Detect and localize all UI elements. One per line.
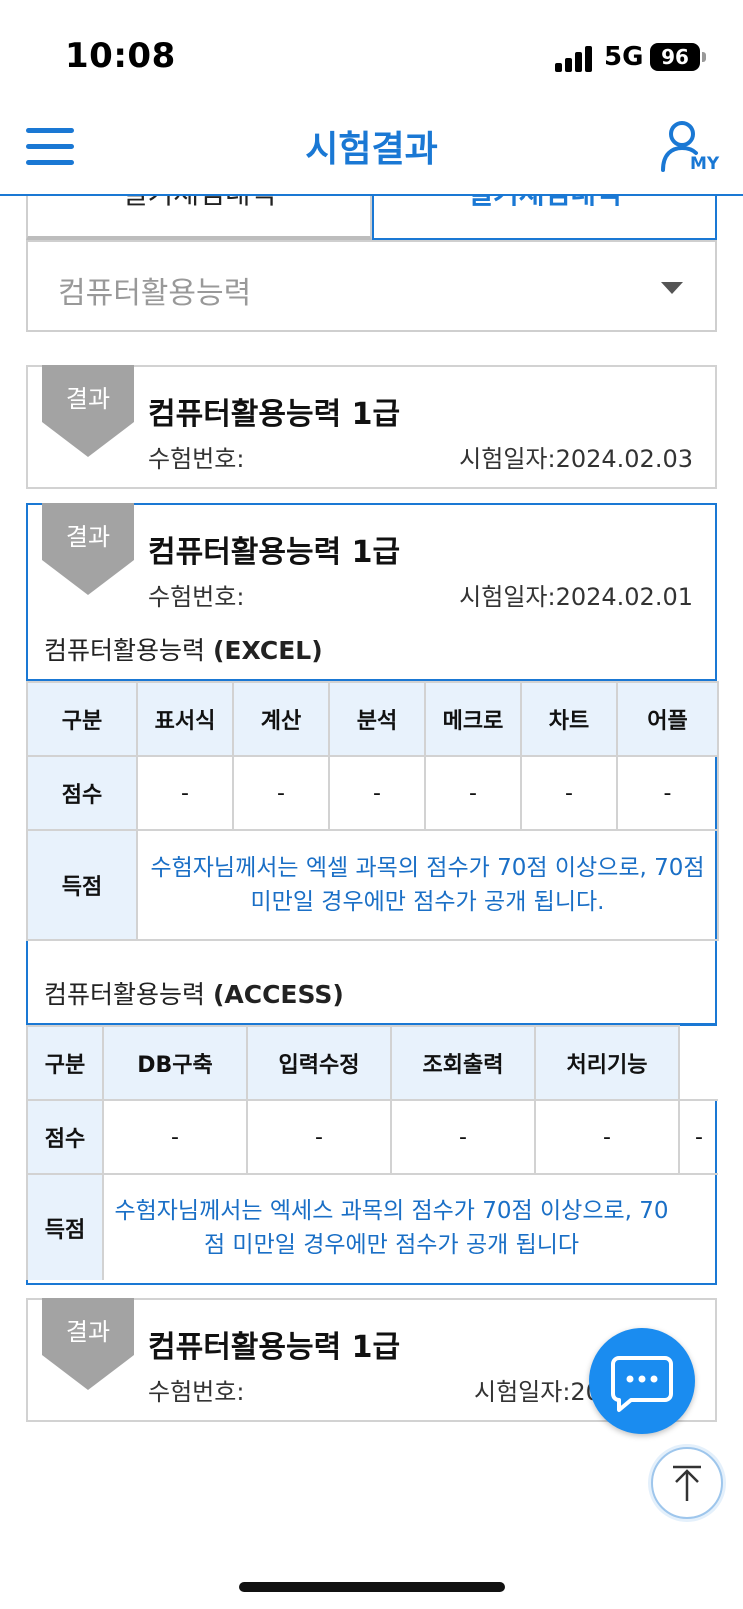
page-title: 시험결과 [305,129,438,170]
chat-bubble-icon [611,1356,673,1412]
result-badge: 결과 [42,1298,134,1390]
score-cell: - [328,755,426,831]
my-label: MY [690,154,720,174]
column-header: 계산 [232,681,330,757]
my-page-button[interactable]: MY [660,118,726,178]
row-header-total: 득점 [26,829,138,941]
row-header-total: 득점 [26,1173,104,1280]
card-title: 컴퓨터활용능력 1급 [148,535,401,570]
signal-icon [555,46,595,72]
status-bar: 10:08 5G 96 [0,0,743,110]
column-header: 표서식 [136,681,234,757]
score-cell: - [246,1099,392,1175]
column-header: DB구축 [102,1025,248,1101]
home-indicator [239,1582,505,1592]
network-label: 5G [604,42,644,72]
status-time: 10:08 [65,36,176,76]
score-cell: - [616,755,719,831]
score-cell: - [520,755,618,831]
score-cell: - [136,755,234,831]
column-header: 조회출력 [390,1025,536,1101]
exam-number: 수험번호: [148,445,245,473]
score-cell: - [390,1099,536,1175]
column-header-empty [678,1026,718,1101]
row-header-score: 점수 [26,755,138,831]
card-title: 컴퓨터활용능력 1급 [148,1330,401,1365]
result-card[interactable]: 결과 컴퓨터활용능력 1급 수험번호: 시험일자:2024.02.03 [26,365,717,489]
result-badge: 결과 [42,503,134,595]
exam-type-select[interactable]: 컴퓨터활용능력 [26,240,717,332]
exam-number: 수험번호: [148,1378,245,1406]
score-cell: - [424,755,522,831]
exam-date: 시험일자:2024.02.01 [459,583,693,611]
score-cell: - [102,1099,248,1175]
access-score-table: 구분 DB구축 입력수정 조회출력 처리기능 점수 - - - - - 득점 수… [26,1025,718,1280]
app-header: 시험결과 MY [0,110,743,196]
column-header: 입력수정 [246,1025,392,1101]
chevron-down-icon [661,282,683,294]
select-value: 컴퓨터활용능력 [58,276,252,311]
exam-date: 시험일자:20 [474,1378,601,1406]
column-header: 어플 [616,681,719,757]
row-header-score: 점수 [26,1099,104,1175]
excel-score-table: 구분 표서식 계산 분석 메크로 차트 어플 점수 - - - - - - 득점… [26,681,719,941]
column-header: 처리기능 [534,1025,680,1101]
column-header: 분석 [328,681,426,757]
arrow-up-icon [673,1465,701,1501]
result-badge: 결과 [42,365,134,457]
section-title-excel: 컴퓨터활용능력 (EXCEL) [44,636,323,665]
column-header: 메크로 [424,681,522,757]
chat-button[interactable] [589,1328,695,1434]
score-notice: 수험자님께서는 엑세스 과목의 점수가 70점 이상으로, 70점 미만일 경우… [102,1173,679,1280]
score-cell: - [232,755,330,831]
result-card-expanded[interactable]: 결과 컴퓨터활용능력 1급 수험번호: 시험일자:2024.02.01 컴퓨터활… [26,503,719,1285]
exam-number: 수험번호: [148,583,245,611]
exam-date: 시험일자:2024.02.03 [459,445,693,473]
column-header: 구분 [26,681,138,757]
card-title: 컴퓨터활용능력 1급 [148,397,401,432]
battery-tip [702,52,706,62]
score-cell: - [534,1099,680,1175]
scroll-top-button[interactable] [651,1447,723,1519]
score-cell: - [678,1099,718,1175]
section-title-access: 컴퓨터활용능력 (ACCESS) [44,980,344,1009]
column-header: 차트 [520,681,618,757]
battery-icon: 96 [650,43,700,71]
column-header: 구분 [26,1025,104,1101]
score-notice: 수험자님께서는 엑셀 과목의 점수가 70점 이상으로, 70점 미만일 경우에… [136,829,719,941]
